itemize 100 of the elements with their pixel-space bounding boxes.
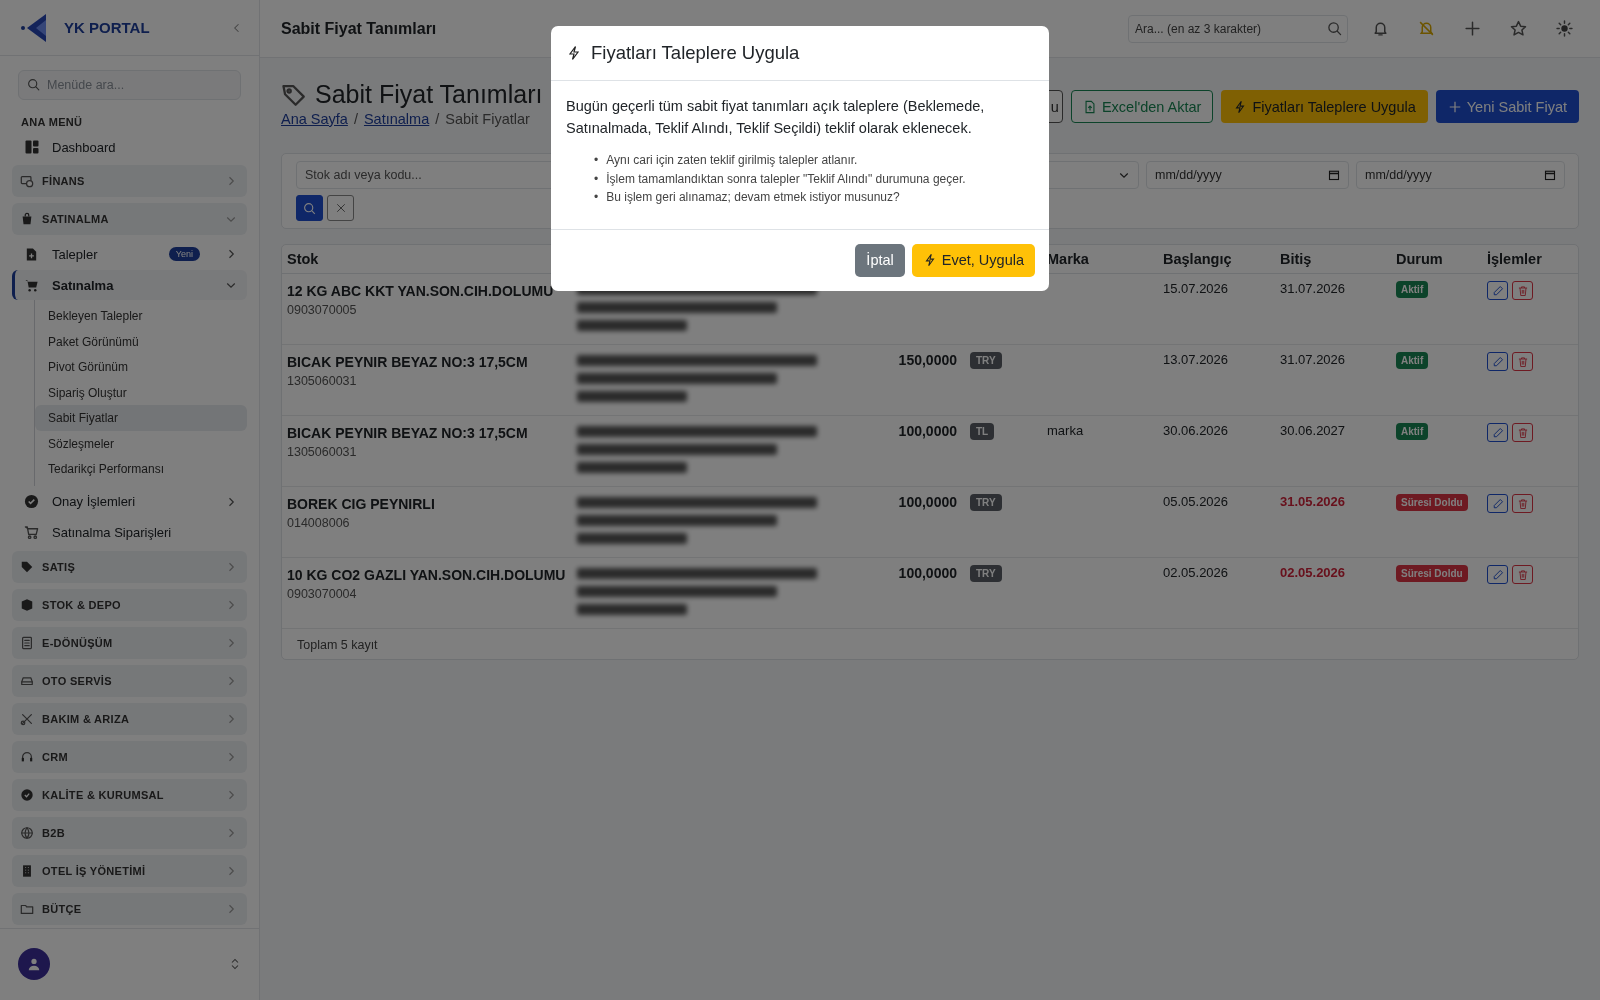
menu-group[interactable]: SATINALMA [12,203,247,236]
tools-icon [20,711,34,726]
stock-code: 1305060031 [287,374,358,388]
menu-group[interactable]: BÜTÇE [12,892,247,925]
bullet: • [594,170,599,188]
pencil-icon [1491,426,1504,439]
stock-name: 10 KG CO2 GAZLI YAN.SON.CIH.DOLUMU [287,566,567,585]
delete-button[interactable] [1512,281,1533,300]
menu-group[interactable]: FİNANS [12,165,247,198]
delete-button[interactable] [1512,423,1533,442]
menu-item[interactable]: Talepler Yeni [12,239,247,270]
breadcrumb-current: Sabit Fiyatlar [445,111,530,127]
action-button[interactable]: Fiyatları Taleplere Uygula [1221,90,1428,123]
menu-group[interactable]: STOK & DEPO [12,588,247,621]
plus-icon[interactable] [1463,20,1481,37]
menu-group[interactable]: OTEL İŞ YÖNETİMİ [12,854,247,887]
edit-button[interactable] [1487,494,1508,513]
date-field[interactable]: mm/dd/yyyy [1356,161,1565,189]
brand-text: marka [1047,423,1084,438]
pencil-icon [1491,355,1504,368]
check-circle-icon [24,494,39,510]
end-date: 31.05.2026 [1280,494,1346,509]
submenu-item[interactable]: Sözleşmeler [35,430,247,457]
star-icon[interactable] [1509,20,1527,37]
column-header: Durum [1391,245,1482,274]
menu-group[interactable]: E-DÖNÜŞÜM [12,626,247,659]
breadcrumb-link[interactable]: Ana Sayfa [281,111,348,127]
avatar[interactable] [18,948,50,981]
column-header: Başlangıç [1158,245,1275,274]
breadcrumb-link[interactable]: Satınalma [363,111,430,127]
submenu-item[interactable]: Tedarikçi Performansı [35,456,247,482]
price: 150,0000 [898,352,957,368]
menu-group[interactable]: OTO SERVİS [12,664,247,697]
close-icon [334,202,347,214]
clear-button[interactable] [327,195,354,221]
search-button[interactable] [296,195,323,221]
column-header: Bitiş [1275,245,1391,274]
confirm-button[interactable]: Evet, Uygula [911,243,1035,277]
cart-icon [24,525,39,541]
column-header: İşlemler [1482,245,1578,274]
status-badge: Süresi Doldu [1396,494,1468,511]
lightning-icon [566,44,582,62]
start-date: 02.05.2026 [1163,565,1229,580]
headset-icon [20,749,34,764]
delete-button[interactable] [1512,565,1533,584]
edit-button[interactable] [1487,352,1508,371]
submenu-item[interactable]: Pivot Görünüm [35,354,247,380]
expand-icon[interactable] [229,957,241,972]
page-heading: Sabit Fiyat Tanımları [281,19,438,38]
menu-group[interactable]: SATIŞ [12,550,247,583]
document-plus-icon [24,246,39,262]
new-badge: Yeni [168,247,200,262]
edit-button[interactable] [1487,423,1508,442]
sun-icon[interactable] [1555,20,1573,37]
plus-icon [1447,99,1462,114]
calendar-icon [1544,169,1556,181]
submenu-item[interactable]: Paket Görünümü [35,328,247,355]
date-field[interactable]: mm/dd/yyyy [1146,161,1349,189]
box-icon [20,597,34,612]
submenu-item[interactable]: Sipariş Oluştur [35,379,247,406]
price: 100,0000 [898,494,957,510]
cancel-button[interactable]: İptal [855,243,905,277]
stock-name: 12 KG ABC KKT YAN.SON.CIH.DOLUMU [287,282,555,301]
edit-button[interactable] [1487,281,1508,300]
menu-item[interactable]: Dashboard [12,132,247,163]
status-badge: Aktif [1396,281,1429,298]
menu-group[interactable]: B2B [12,816,247,849]
page-title: Sabit Fiyat Tanımları [281,80,543,109]
submenu-item[interactable]: Sabit Fiyatlar [35,405,247,431]
delete-button[interactable] [1512,352,1533,371]
end-date: 31.07.2026 [1280,281,1346,296]
search-icon [1327,20,1342,36]
trash-icon [1516,568,1529,581]
delete-button[interactable] [1512,494,1533,513]
brand-name: YK PORTAL [64,19,151,37]
status-badge: Aktif [1396,423,1429,440]
badge-check-icon [20,787,34,802]
menu-item[interactable]: Satınalma Siparişleri [12,517,247,548]
edit-button[interactable] [1487,565,1508,584]
trash-icon [1516,355,1529,368]
globe-icon [20,825,34,840]
search-icon [303,201,316,215]
trash-icon [1516,284,1529,297]
cart-icon [24,277,39,293]
menu-item[interactable]: Satınalma [12,270,247,301]
start-date: 30.06.2026 [1163,423,1229,438]
dashboard-icon [24,139,40,156]
menu-group[interactable]: KALİTE & KURUMSAL [12,778,247,811]
user-icon [27,957,41,972]
lightning-icon [1233,99,1248,114]
price: 100,0000 [898,423,957,439]
menu-group[interactable]: BAKIM & ARIZA [12,702,247,735]
search-field[interactable]: Ara... (en az 3 karakter) [1128,14,1348,43]
end-date: 31.07.2026 [1280,352,1346,367]
action-button[interactable]: Yeni Sabit Fiyat [1435,90,1579,123]
dialog-title: Fiyatları Taleplere Uygula [591,42,800,64]
menu-item[interactable]: Onay İşlemleri [12,486,247,517]
menu-group[interactable]: CRM [12,740,247,773]
submenu-item[interactable]: Bekleyen Talepler [35,303,247,329]
action-button[interactable]: Excel'den Aktar [1070,90,1214,123]
